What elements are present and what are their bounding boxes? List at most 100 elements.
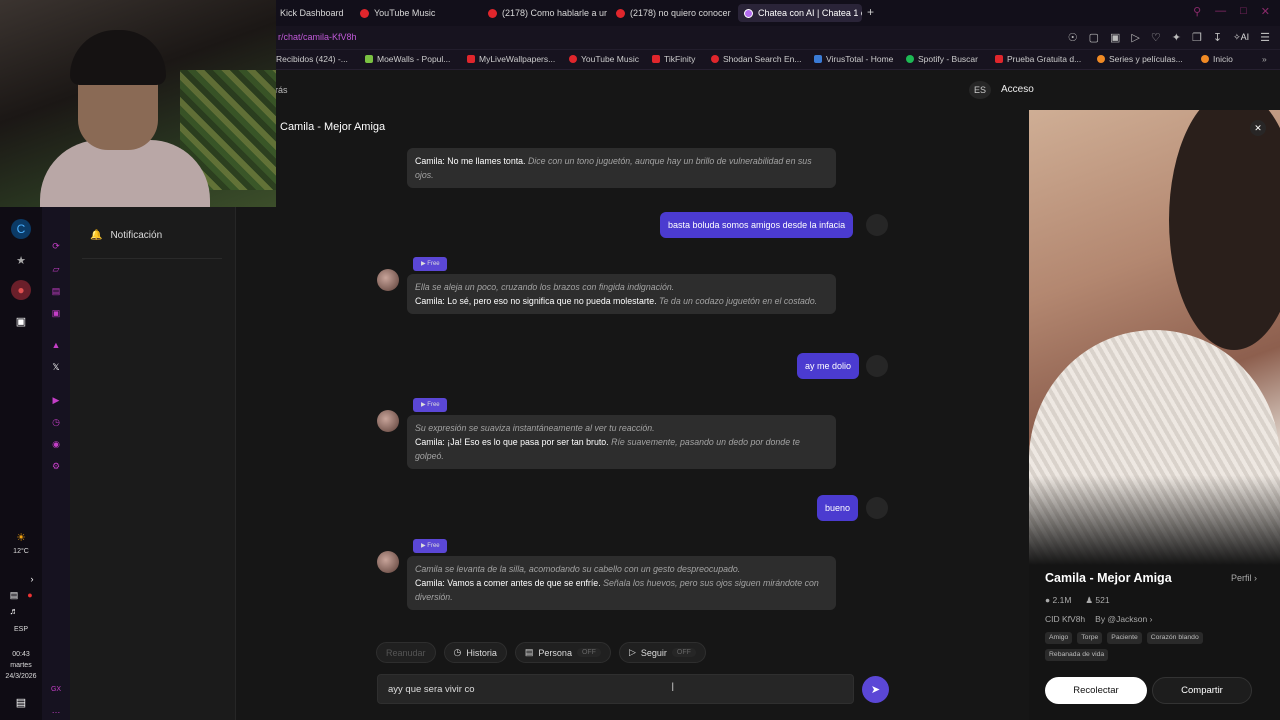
tag[interactable]: Corazón blando [1146, 632, 1203, 644]
tab-youtube-music[interactable]: YouTube Music [354, 4, 482, 22]
extensions-icon[interactable]: ✦ [1172, 31, 1181, 44]
input-language[interactable]: ESP [0, 625, 42, 634]
tab-kick-dashboard[interactable]: Kick Dashboard [274, 4, 354, 22]
login-link[interactable]: Acceso [1001, 84, 1034, 95]
chat-area: Camila - Mejor Amiga Camila: No me llame… [236, 110, 1029, 720]
twitch-icon[interactable]: ▲ [49, 338, 63, 352]
photo-hair [1169, 110, 1280, 350]
capcut-icon[interactable]: ▣ [13, 313, 29, 329]
chat-bubble-icon: ● [1045, 595, 1051, 605]
chip-label: Historia [466, 647, 497, 658]
author-link[interactable]: By @Jackson › [1095, 614, 1152, 624]
tag[interactable]: Rebanada de vida [1045, 649, 1109, 661]
menu-icon[interactable]: ☰ [1260, 31, 1270, 44]
new-tab-button[interactable]: + [867, 5, 874, 19]
message-speech: Camila: ¡Ja! Eso es lo que pasa por ser … [415, 437, 609, 447]
gallery-icon[interactable]: ▤ [49, 284, 63, 298]
back-link[interactable]: rás [275, 85, 288, 95]
tag[interactable]: Amigo [1045, 632, 1073, 644]
x-twitter-icon[interactable]: 𝕏 [49, 360, 63, 374]
history-icon: ◷ [453, 647, 462, 657]
tag[interactable]: Paciente [1107, 632, 1142, 644]
music-app-icon[interactable]: ● [11, 280, 31, 300]
series-icon [1097, 55, 1105, 63]
ai-message: Camila: No me llames tonta. Dice con un … [407, 148, 836, 188]
tab-youtube-video-1[interactable]: (2178) Como hablarle a ur [482, 4, 610, 22]
messenger-icon[interactable]: ▣ [49, 306, 63, 320]
temperature-text: 12°C [13, 548, 29, 555]
bookmark-shodan[interactable]: Shodan Search En... [711, 54, 801, 64]
bookmark-label: MoeWalls - Popul... [377, 54, 451, 64]
character-meta: CID KfV8h By @Jackson › [1045, 614, 1152, 624]
bookmark-label: TikFinity [664, 54, 696, 64]
follow-icon: ▷ [628, 647, 636, 657]
character-panel: ✕ Camila - Mejor Amiga Perfil › ● 2.1M ♟… [1029, 110, 1280, 720]
more-icon[interactable]: … [49, 703, 63, 717]
webcam-overlay [0, 0, 276, 207]
url-field[interactable]: r/chat/camila-KfV8h [278, 32, 357, 42]
tab-chatea-con-ai[interactable]: Chatea con AI | Chatea 1 c [738, 4, 862, 22]
user-message: ay me dolio [797, 353, 860, 379]
youtube-icon [488, 8, 497, 18]
close-panel-button[interactable]: ✕ [1250, 120, 1266, 136]
person-hoodie [40, 140, 210, 207]
shop-icon[interactable]: ▱ [49, 262, 63, 276]
message-text: bueno [825, 503, 851, 513]
aria-icon[interactable]: ★ [13, 252, 29, 268]
message-speech: Camila: Lo sé, pero eso no significa que… [415, 296, 657, 306]
microphone-icon[interactable]: ● [22, 587, 38, 603]
network-icon[interactable]: ▤ [6, 587, 22, 603]
profile-link[interactable]: Perfil › [1231, 573, 1257, 583]
bookmark-label: Series y películas... [1109, 54, 1183, 64]
cursor-app-icon[interactable]: C [11, 219, 31, 239]
bookmark-spotify[interactable]: Spotify - Buscar [906, 54, 978, 64]
refresh-icon[interactable]: ⟳ [49, 239, 63, 253]
bookmark-moewalls[interactable]: MoeWalls - Popul... [365, 54, 450, 64]
bookmark-tikfinity[interactable]: TikFinity [652, 54, 695, 64]
persona-toggle[interactable]: ▤ Persona OFF [514, 642, 611, 663]
historia-button[interactable]: ◷ Historia [443, 642, 507, 663]
heart-icon[interactable]: ♡ [1151, 31, 1161, 44]
close-window-icon[interactable]: ✕ [1261, 5, 1270, 18]
bookmark-series[interactable]: Series y películas... [1097, 54, 1183, 64]
tab-youtube-video-2[interactable]: (2178) no quiero conocer [610, 4, 738, 22]
more-bookmarks-icon[interactable]: » [1262, 54, 1267, 64]
player-icon[interactable]: ▶ [49, 393, 63, 407]
download-icon[interactable]: ↧ [1213, 31, 1222, 44]
maximize-icon[interactable]: □ [1240, 5, 1247, 18]
gx-icon[interactable]: GX [49, 682, 63, 696]
play-icon[interactable]: ▷ [1131, 31, 1139, 44]
history-icon[interactable]: ◷ [49, 415, 63, 429]
bookmark-gmail[interactable]: Recibidos (424) -... [276, 54, 348, 64]
seguir-toggle[interactable]: ▷ Seguir OFF [618, 642, 706, 663]
virustotal-icon [814, 55, 822, 63]
bookmark-virustotal[interactable]: VirusTotal - Home [814, 54, 893, 64]
notifications-icon[interactable]: ▤ [13, 694, 29, 710]
volume-icon[interactable]: ♬ [6, 603, 22, 619]
minimize-icon[interactable]: — [1215, 5, 1226, 18]
recolectar-button[interactable]: Recolectar [1045, 677, 1147, 704]
sidebar-item-notificacion[interactable]: 🔔 Notificación [90, 230, 162, 241]
reanudar-button[interactable]: Reanudar [376, 642, 436, 663]
language-selector[interactable]: ES [969, 81, 991, 99]
home-icon [1201, 55, 1209, 63]
tab-icon[interactable]: ▣ [1110, 31, 1120, 44]
send-button[interactable]: ➤ [862, 676, 889, 703]
tab-label: (2178) Como hablarle a ur [502, 8, 608, 18]
search-tabs-icon[interactable]: ⚲ [1193, 5, 1201, 18]
bookmark-prueba-gratuita[interactable]: Prueba Gratuita d... [995, 54, 1081, 64]
pin-icon[interactable]: ☉ [1068, 31, 1078, 44]
browser-sidebar-tools: ⟳ ▱ ▤ ▣ ▲ 𝕏 ▶ ◷ ◉ ⚙ GX … [42, 207, 70, 720]
pinboard-icon[interactable]: ◉ [49, 437, 63, 451]
copy-icon[interactable]: ❐ [1192, 31, 1202, 44]
bookmark-youtube-music[interactable]: YouTube Music [569, 54, 639, 64]
snapshot-icon[interactable]: ▢ [1089, 31, 1099, 44]
message-input[interactable]: ayy que sera vivir co [377, 674, 854, 704]
tray-expand-icon[interactable]: › [24, 571, 40, 587]
bookmark-inicio[interactable]: Inicio [1201, 54, 1233, 64]
compartir-button[interactable]: Compartir [1152, 677, 1252, 704]
aria-ai-button[interactable]: ✧AI [1233, 32, 1249, 43]
bookmark-mylivewallpapers[interactable]: MyLiveWallpapers... [467, 54, 555, 64]
tag[interactable]: Torpe [1077, 632, 1103, 644]
settings-icon[interactable]: ⚙ [49, 459, 63, 473]
